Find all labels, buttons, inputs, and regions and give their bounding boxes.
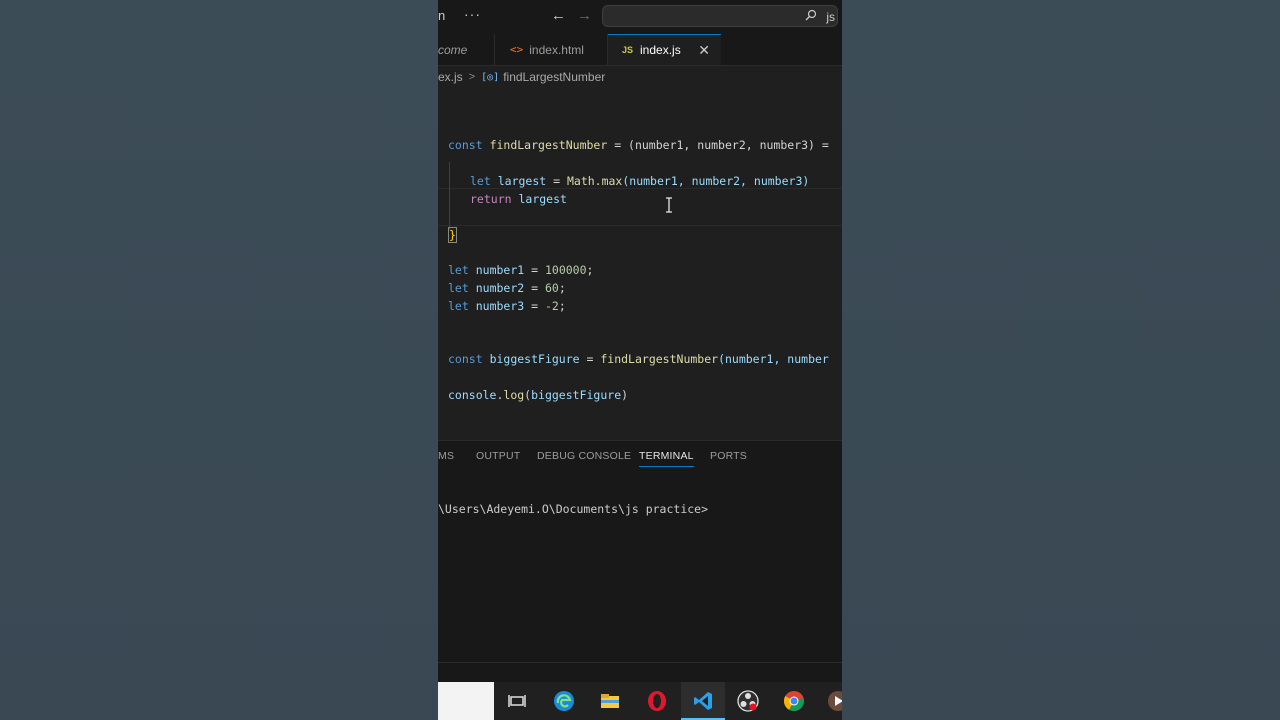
breadcrumb-file[interactable]: ex.js <box>438 70 463 84</box>
edge-icon[interactable] <box>553 690 575 712</box>
code-line: let number1 = 100000; <box>448 263 594 277</box>
tab-ports[interactable]: PORTS <box>710 450 747 462</box>
tab-problems[interactable]: MS <box>438 450 454 462</box>
tab-debug-console[interactable]: DEBUG CONSOLE <box>537 450 631 462</box>
code-editor[interactable]: const findLargestNumber = (number1, numb… <box>438 90 842 438</box>
status-bar <box>438 662 842 683</box>
forward-arrow-icon[interactable]: → <box>577 7 592 24</box>
task-view-icon[interactable] <box>506 690 528 712</box>
chrome-icon[interactable] <box>783 690 805 712</box>
text-cursor-icon <box>664 197 674 213</box>
bottom-panel: MS OUTPUT DEBUG CONSOLE TERMINAL PORTS \… <box>438 440 842 663</box>
breadcrumb-symbol[interactable]: findLargestNumber <box>503 70 605 84</box>
background-left <box>0 0 438 720</box>
tab-output[interactable]: OUTPUT <box>476 450 520 462</box>
command-center-search[interactable]: js <box>602 5 838 27</box>
opera-icon[interactable] <box>646 690 668 712</box>
html-file-icon: <> <box>510 43 524 56</box>
code-line: let number3 = -2; <box>448 299 566 313</box>
variable-symbol-icon: [◎] <box>481 71 500 83</box>
code-line: return largest <box>470 192 567 206</box>
search-icon <box>805 9 817 24</box>
more-menu-icon[interactable]: ··· <box>464 6 481 22</box>
code-line: let number2 = 60; <box>448 281 566 295</box>
close-icon[interactable]: ✕ <box>698 42 710 59</box>
back-arrow-icon[interactable]: ← <box>551 7 566 24</box>
editor-tabs: come <> index.html JS index.js ✕ <box>438 34 842 66</box>
tab-label: come <box>438 42 468 57</box>
code-line: const biggestFigure = findLargestNumber(… <box>448 352 829 366</box>
tab-index-js[interactable]: JS index.js ✕ <box>608 34 721 65</box>
taskbar-search-box[interactable] <box>438 682 494 720</box>
js-file-icon: JS <box>622 45 634 55</box>
vscode-window: n ··· ← → js come <> index.html JS index… <box>438 0 842 720</box>
code-line: console.log(biggestFigure) <box>448 388 629 402</box>
search-text: js <box>826 10 835 24</box>
code-line: let largest = Math.max(number1, number2,… <box>470 174 810 188</box>
file-explorer-icon[interactable] <box>599 690 621 712</box>
obs-icon[interactable] <box>737 690 759 712</box>
tab-index-html[interactable]: <> index.html <box>495 34 608 65</box>
tab-welcome[interactable]: come <box>438 34 495 65</box>
tab-label: index.html <box>529 42 584 57</box>
taskbar <box>438 682 842 720</box>
breadcrumb: ex.js > [◎] findLargestNumber <box>438 66 842 88</box>
tab-label: index.js <box>640 43 681 57</box>
background-right <box>842 0 1280 720</box>
terminal-prompt[interactable]: \Users\Adeyemi.O\Documents\js practice> <box>438 502 708 516</box>
media-icon[interactable] <box>827 690 842 712</box>
indent-guide <box>449 162 450 230</box>
menu-fragment[interactable]: n <box>438 8 445 23</box>
code-line: } <box>448 227 457 243</box>
title-bar: n ··· ← → js <box>438 0 842 34</box>
tab-terminal[interactable]: TERMINAL <box>639 450 694 467</box>
vscode-icon[interactable] <box>692 690 714 712</box>
code-line: const findLargestNumber = (number1, numb… <box>448 138 829 152</box>
breadcrumb-separator: > <box>468 71 476 83</box>
